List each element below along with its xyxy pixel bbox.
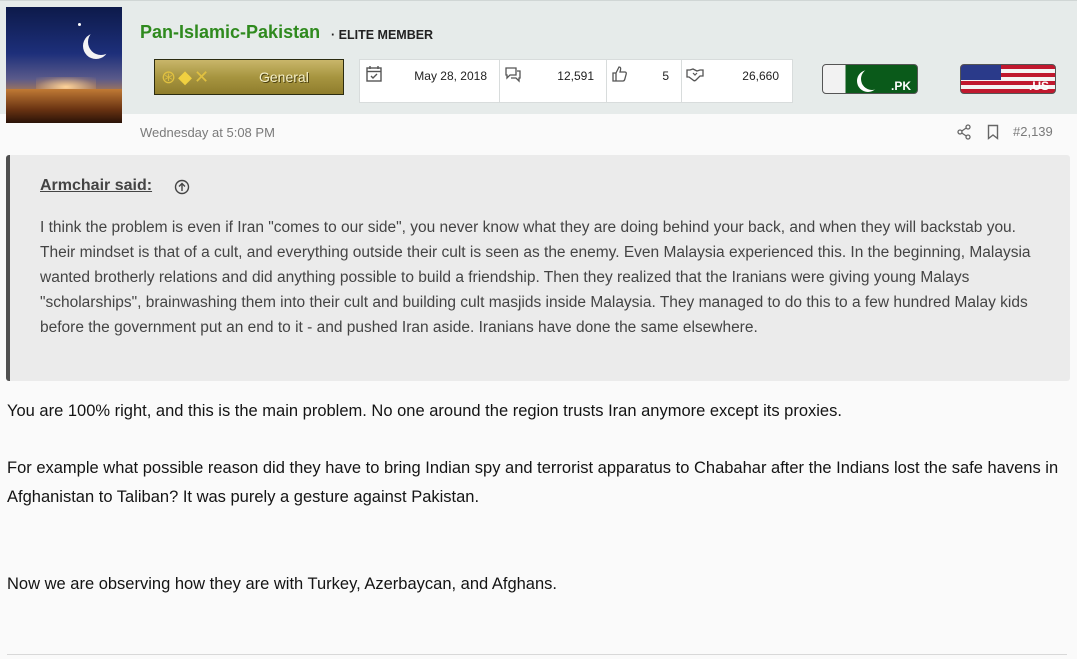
crescent-moon-image [88,29,114,55]
sea-image [6,89,122,123]
messages-icon [505,67,521,83]
thumbs-up-icon [612,66,627,82]
messages-count: 12,591 [557,69,594,83]
crescent-icon [861,68,883,90]
share-icon[interactable] [957,124,971,140]
user-avatar[interactable] [6,7,122,123]
rank-insignia-icon: ⊛◆✕ [161,67,212,88]
post-actions: #2,139 [957,124,1067,142]
post-divider [7,654,1067,655]
stat-points: 26,660 [681,60,791,102]
country-tld: .PK [890,79,911,93]
star-decoration [78,23,81,26]
handshake-icon [686,68,704,82]
reply-paragraph: For example what possible reason did the… [7,459,1059,506]
reply-paragraph: Now we are observing how they are with T… [7,575,557,593]
reply-paragraph: You are 100% right, and this is the main… [7,402,842,420]
username-link[interactable]: Pan-Islamic-Pakistan [140,22,320,43]
stat-joined: May 28, 2018 [360,60,500,102]
quote-text: I think the problem is even if Iran "com… [40,219,1031,336]
flag-canton [961,65,1001,80]
joined-date: May 28, 2018 [414,69,487,83]
bookmark-icon[interactable] [987,124,999,140]
member-title: · ELITE MEMBER [331,28,434,42]
quote-author-link[interactable]: Armchair said: [40,177,152,195]
calendar-icon [366,66,382,82]
jump-to-quote-icon[interactable] [174,179,190,195]
stat-messages: 12,591 [499,60,607,102]
user-stats: May 28, 2018 12,591 5 26,660 [359,59,793,103]
stat-reactions: 5 [606,60,682,102]
rank-badge: ⊛◆✕ General [154,59,344,95]
reaction-score: 5 [662,69,669,83]
rank-label: General [259,69,309,85]
post-timestamp[interactable]: Wednesday at 5:08 PM [140,125,275,140]
post-number-link[interactable]: #2,139 [1013,124,1053,139]
quote-block: Armchair said: I think the problem is ev… [6,155,1070,381]
usa-flag-icon: .US [960,64,1056,94]
location-tld: .US [1028,79,1049,93]
pakistan-flag-icon: .PK [822,64,918,94]
points-count: 26,660 [742,69,779,83]
